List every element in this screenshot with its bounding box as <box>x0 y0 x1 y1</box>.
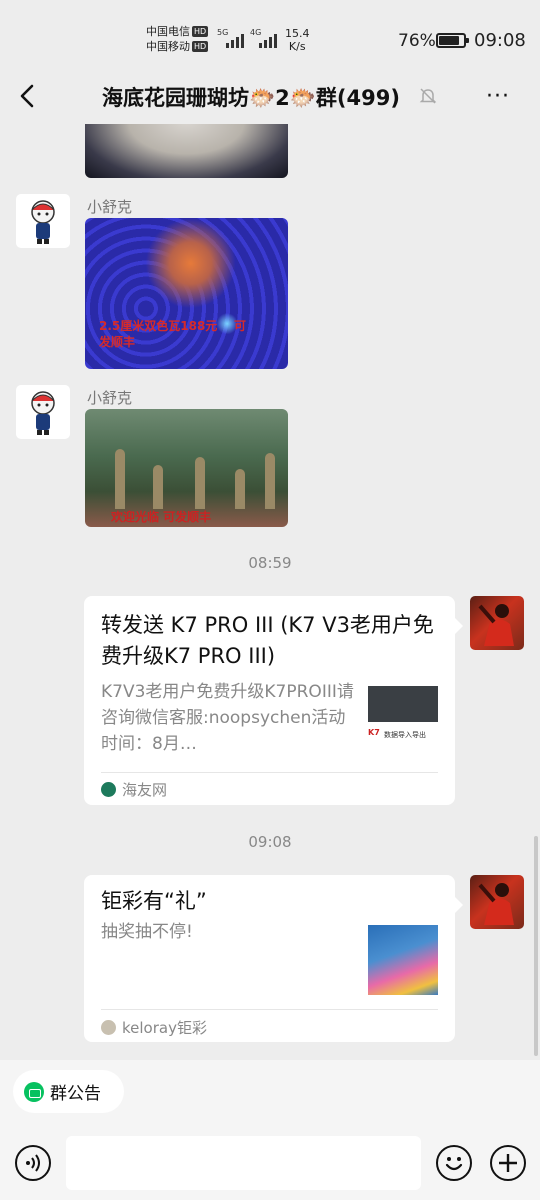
card-2-separator <box>101 1009 438 1010</box>
chat-header: 海底花园珊瑚坊🐡2🐡群(499) ··· <box>0 70 540 124</box>
bell-off-icon <box>419 88 437 104</box>
status-bar: 中国电信 HD 中国移动 HD 5G 4G 15.4 K/s 76% 09:08 <box>0 0 540 70</box>
avatar-self-2[interactable] <box>470 875 524 929</box>
back-chevron-icon[interactable] <box>14 82 42 110</box>
card-1-thumb-text: 数据导入导出 <box>384 731 426 739</box>
avatar-cartoon-icon <box>31 200 55 244</box>
avatar-xiaoshuke[interactable] <box>16 194 70 248</box>
haiyou-logo-icon <box>101 782 116 797</box>
speed-value: 15.4 <box>285 27 310 40</box>
card-1-separator <box>101 772 438 773</box>
status-time: 09:08 <box>474 30 526 51</box>
avatar-cartoon-icon-2 <box>31 391 55 435</box>
card-2-source: keloray钜彩 <box>101 1017 207 1038</box>
card-2-thumbnail <box>368 925 438 995</box>
message-input[interactable] <box>66 1136 421 1190</box>
timestamp-1: 08:59 <box>248 554 292 572</box>
chat-messages[interactable]: 小舒克 2.5厘米双色瓦188元 可 发顺丰 小舒克 欢迎光临 可发顺丰 08:… <box>0 124 540 1060</box>
chat-title: 海底花园珊瑚坊🐡2🐡群(499) <box>102 86 400 110</box>
notice-icon <box>24 1081 44 1102</box>
timestamp-2: 09:08 <box>248 833 292 851</box>
group-notice-label: 群公告 <box>50 1084 101 1104</box>
image-caption-3: 欢迎光临 可发顺丰 <box>111 510 212 524</box>
battery-icon <box>436 33 469 48</box>
group-notice-button[interactable]: 群公告 <box>13 1070 124 1113</box>
image-message-3[interactable]: 欢迎光临 可发顺丰 <box>85 409 288 527</box>
hd-badge-2: HD <box>192 41 209 52</box>
speed-unit: K/s <box>288 40 306 53</box>
card-1-title: 转发送 K7 PRO III (K7 V3老用户免费升级K7 PRO III) <box>101 613 434 668</box>
image-message-2[interactable]: 2.5厘米双色瓦188元 可 发顺丰 <box>85 218 288 369</box>
voice-icon <box>26 1154 40 1172</box>
sender-name-2: 小舒克 <box>87 389 133 407</box>
signal-bars-1-icon <box>226 32 244 48</box>
link-card-1[interactable]: 转发送 K7 PRO III (K7 V3老用户免费升级K7 PRO III) … <box>84 596 463 805</box>
avatar-xiaoshuke-2[interactable] <box>16 385 70 439</box>
avatar-photo-icon-2 <box>478 883 514 925</box>
hd-badge-1: HD <box>192 26 209 37</box>
image-caption-2: 2.5厘米双色瓦188元 可 发顺丰 <box>99 319 247 349</box>
image-message-1[interactable] <box>85 124 288 178</box>
card-1-description: K7V3老用户免费升级K7PROIII请咨询微信客服:noopsychen活动时… <box>101 682 354 754</box>
avatar-photo-icon <box>478 604 514 646</box>
card-1-source: 海友网 <box>101 779 167 800</box>
more-options-button[interactable]: ··· <box>486 84 510 109</box>
card-1-source-name: 海友网 <box>122 781 168 799</box>
signal-bars-2-icon <box>259 32 277 48</box>
sender-name-1: 小舒克 <box>87 198 133 216</box>
scrollbar[interactable] <box>534 836 538 1056</box>
smiley-icon <box>445 1157 463 1171</box>
network-speed: 15.4 K/s <box>285 27 310 53</box>
avatar-self[interactable] <box>470 596 524 650</box>
card-1-thumbnail: K7 数据导入导出 <box>368 686 438 756</box>
carrier-2: 中国移动 <box>146 40 190 53</box>
keloray-logo-icon <box>101 1020 116 1035</box>
input-bar <box>0 1130 540 1200</box>
carrier-info: 中国电信 HD 中国移动 HD <box>146 24 209 54</box>
more-actions-button[interactable] <box>490 1145 526 1181</box>
battery-percent: 76% <box>398 31 436 51</box>
emoji-button[interactable] <box>436 1145 472 1181</box>
card-2-title: 钜彩有“礼” <box>101 889 207 913</box>
link-card-2[interactable]: 钜彩有“礼” 抽奖抽不停! keloray钜彩 <box>84 875 463 1042</box>
bottom-panel: 群公告 <box>0 1060 540 1200</box>
card-2-description: 抽奖抽不停! <box>101 922 193 942</box>
voice-button[interactable] <box>15 1145 51 1181</box>
card-2-source-name: keloray钜彩 <box>122 1019 207 1037</box>
plus-icon <box>499 1154 517 1172</box>
carrier-1: 中国电信 <box>146 25 190 38</box>
